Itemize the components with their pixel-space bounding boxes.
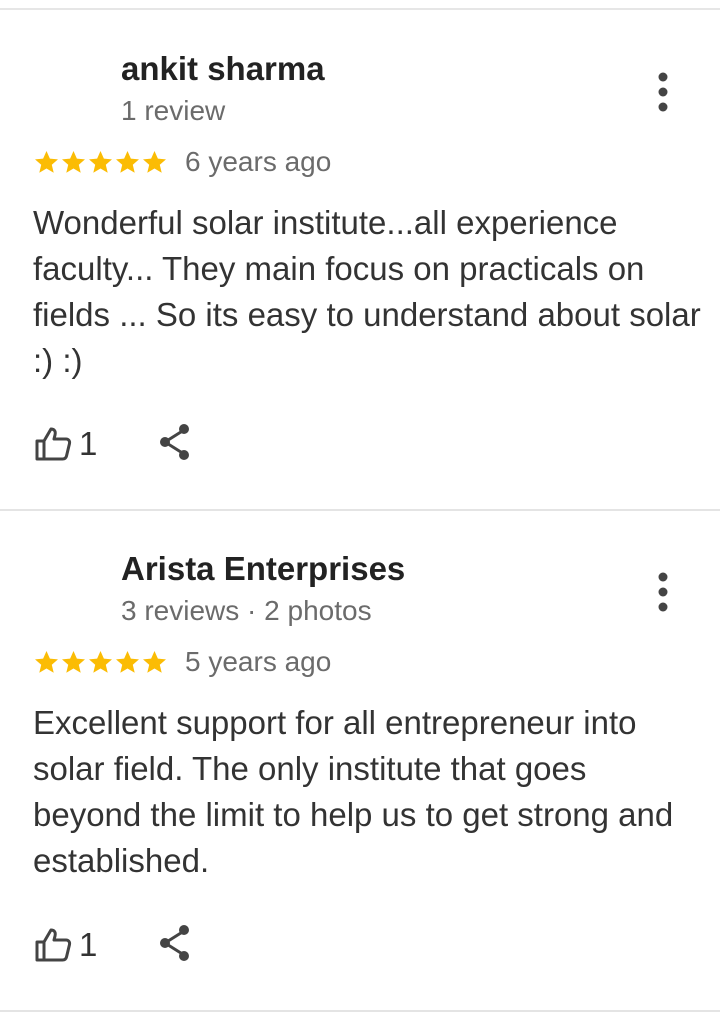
rating-row: 5 years ago [33,644,331,680]
thumb-up-outline-icon [35,427,72,461]
star-icon [89,150,112,173]
review-date: 5 years ago [185,646,332,677]
star-icon [35,650,58,673]
review-text: Wonderful solar institute...all experien… [33,204,701,379]
star-icon [35,150,58,173]
star-icon [116,150,139,173]
share-button[interactable] [157,923,193,968]
star-icon [89,650,112,673]
review-divider [0,509,720,511]
rating-row: 6 years ago [33,144,331,180]
like-button[interactable]: 1 [33,925,97,965]
like-button[interactable]: 1 [33,424,97,464]
like-count: 1 [79,926,98,963]
more-vert-icon [658,572,668,612]
thumb-up-outline-icon [35,928,72,962]
review-card: ankit sharma 1 review 6 years ago Wonder… [0,10,720,510]
reviewer-meta: 1 review [121,95,226,126]
star-rating [33,649,168,676]
share-icon [160,924,190,961]
star-icon [62,650,85,673]
reviewer-meta: 3 reviews · 2 photos [121,595,372,626]
share-button[interactable] [157,422,193,467]
review-actions: 1 [33,422,193,467]
review-date: 6 years ago [185,146,332,177]
review-card: Arista Enterprises 3 reviews · 2 photos … [0,512,720,1012]
like-count: 1 [79,425,98,462]
review-divider [0,1010,720,1012]
star-icon [143,150,166,173]
more-vert-icon [658,72,668,112]
reviewer-name[interactable]: ankit sharma [121,50,325,88]
reviews-page: ankit sharma 1 review 6 years ago Wonder… [0,0,720,1035]
more-options-button[interactable] [640,570,686,616]
review-actions: 1 [33,923,193,968]
star-icon [143,650,166,673]
star-icon [62,150,85,173]
star-rating [33,149,168,176]
share-icon [160,423,190,460]
star-icon [116,650,139,673]
top-divider [0,0,720,10]
review-text: Excellent support for all entrepreneur i… [33,704,674,879]
more-options-button[interactable] [640,70,686,116]
reviewer-name[interactable]: Arista Enterprises [121,550,405,588]
